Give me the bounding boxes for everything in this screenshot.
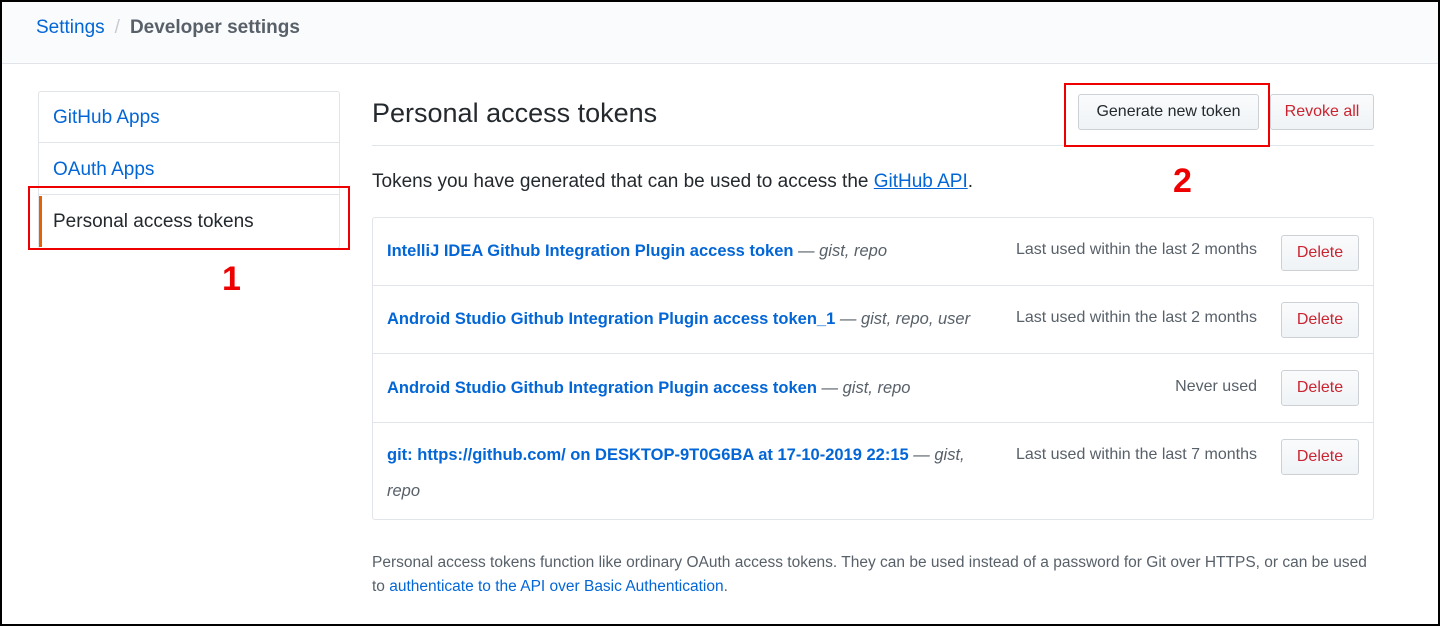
sidebar-item-github-apps[interactable]: GitHub Apps	[39, 92, 339, 143]
token-row: git: https://github.com/ on DESKTOP-9T0G…	[373, 423, 1373, 519]
intro-prefix: Tokens you have generated that can be us…	[372, 171, 874, 192]
annotation-marker-1: 1	[222, 260, 241, 298]
token-scopes: — gist, repo, user	[835, 310, 971, 328]
token-list: IntelliJ IDEA Github Integration Plugin …	[372, 217, 1374, 520]
page-frame: Settings / Developer settings GitHub Apps …	[0, 0, 1440, 626]
token-description: IntelliJ IDEA Github Integration Plugin …	[387, 233, 987, 269]
page-title: Personal access tokens	[372, 98, 658, 128]
annotation-marker-2: 2	[1173, 162, 1192, 200]
token-last-used: Last used within the last 2 months	[1015, 241, 1257, 258]
token-row: Android Studio Github Integration Plugin…	[373, 354, 1373, 423]
token-name-link[interactable]: IntelliJ IDEA Github Integration Plugin …	[387, 242, 793, 260]
token-scopes: — gist, repo	[816, 379, 911, 397]
token-description: Android Studio Github Integration Plugin…	[387, 301, 987, 337]
intro-text: Tokens you have generated that can be us…	[372, 171, 973, 193]
token-description: Android Studio Github Integration Plugin…	[387, 370, 987, 406]
highlight-box-2	[1064, 83, 1270, 147]
breadcrumb-settings-link[interactable]: Settings	[36, 17, 105, 38]
token-name-link[interactable]: Android Studio Github Integration Plugin…	[387, 379, 817, 397]
github-api-link[interactable]: GitHub API	[874, 171, 968, 192]
delete-token-button[interactable]: Delete	[1281, 302, 1359, 338]
token-row: IntelliJ IDEA Github Integration Plugin …	[373, 218, 1373, 286]
breadcrumb: Settings / Developer settings	[36, 17, 300, 39]
token-name-link[interactable]: Android Studio Github Integration Plugin…	[387, 310, 835, 328]
delete-token-button[interactable]: Delete	[1281, 235, 1359, 271]
breadcrumb-separator: /	[114, 17, 120, 38]
token-scopes: — gist, repo	[793, 242, 887, 260]
highlight-box-1	[28, 186, 350, 250]
token-row: Android Studio Github Integration Plugin…	[373, 286, 1373, 354]
delete-token-button[interactable]: Delete	[1281, 439, 1359, 475]
token-description: git: https://github.com/ on DESKTOP-9T0G…	[387, 437, 997, 509]
intro-suffix: .	[967, 171, 974, 192]
breadcrumb-current: Developer settings	[129, 17, 300, 38]
token-last-used: Never used	[1175, 378, 1257, 395]
token-name-link[interactable]: git: https://github.com/ on DESKTOP-9T0G…	[387, 446, 909, 464]
token-last-used: Last used within the last 7 months	[1015, 446, 1257, 463]
delete-token-button[interactable]: Delete	[1281, 370, 1359, 406]
footnote: Personal access tokens function like ord…	[372, 551, 1372, 599]
token-last-used: Last used within the last 2 months	[1015, 309, 1257, 326]
footnote-suffix: .	[723, 578, 728, 595]
breadcrumb-bar: Settings / Developer settings	[2, 2, 1438, 64]
basic-auth-link[interactable]: authenticate to the API over Basic Authe…	[389, 578, 723, 595]
revoke-all-button[interactable]: Revoke all	[1270, 94, 1374, 130]
